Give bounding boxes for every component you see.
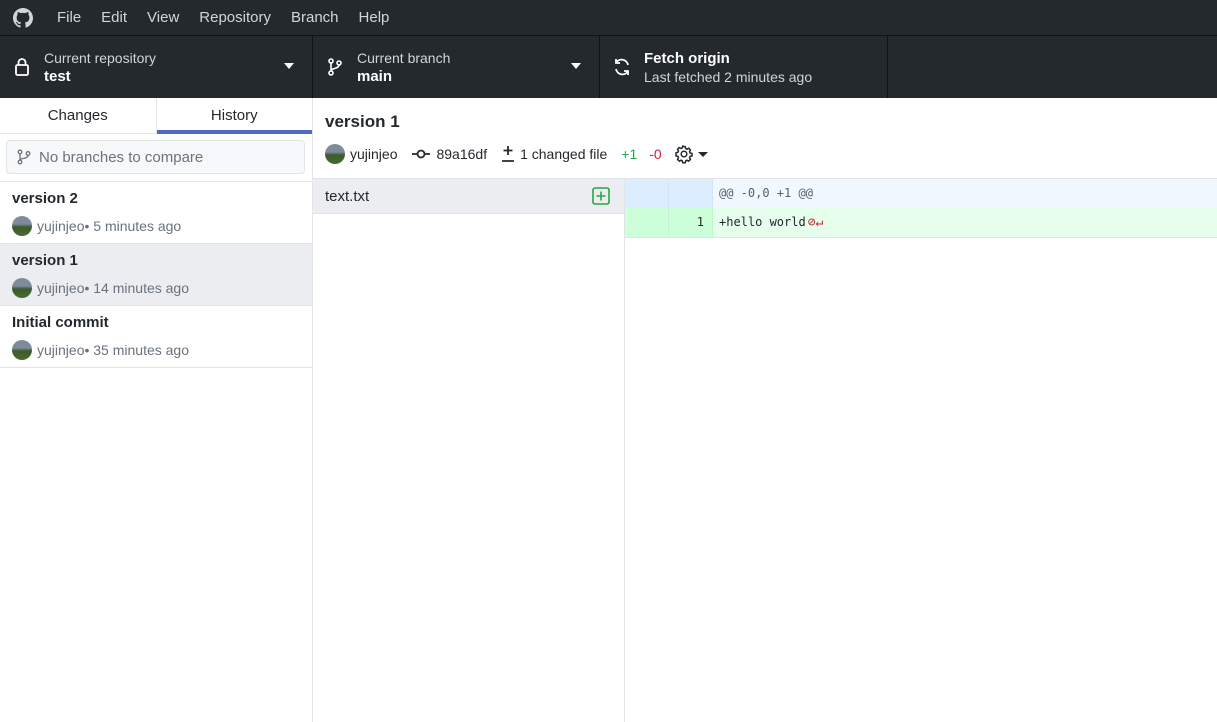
diff-view: @@ -0,0 +1 @@ 1 +hello world ⊘↵	[625, 179, 1217, 722]
lock-icon	[0, 57, 44, 77]
avatar	[12, 216, 32, 236]
commit-time: • 5 minutes ago	[84, 218, 182, 234]
file-list-item[interactable]: text.txt	[313, 179, 624, 214]
menu-file[interactable]: File	[45, 0, 91, 35]
deletions-count: -0	[649, 146, 662, 162]
menu-edit[interactable]: Edit	[91, 0, 137, 35]
branch-label: Current branch	[357, 49, 451, 66]
menu-help[interactable]: Help	[349, 0, 400, 35]
repository-label: Current repository	[44, 49, 157, 66]
commit-title: version 2	[12, 190, 78, 207]
current-branch-button[interactable]: Current branch main	[313, 36, 600, 98]
chevron-down-icon	[571, 63, 581, 69]
commit-author: yujinjeo	[37, 218, 85, 234]
menu-branch[interactable]: Branch	[281, 0, 349, 35]
commit-title: Initial commit	[12, 314, 109, 331]
avatar	[325, 144, 345, 164]
diff-icon	[502, 146, 515, 162]
old-line-number	[625, 208, 669, 237]
additions-count: +1	[621, 146, 638, 162]
diff-line-text: +hello world	[719, 215, 806, 229]
file-added-icon	[592, 187, 610, 209]
commit-list-item[interactable]: Initial commit yujinjeo • 35 minutes ago	[0, 306, 312, 368]
commit-author: yujinjeo	[37, 280, 85, 296]
compare-branch-area: No branches to compare	[0, 134, 312, 182]
sidebar: Changes History No branches to compare v…	[0, 98, 313, 722]
commit-list-item[interactable]: version 2 yujinjeo • 5 minutes ago	[0, 182, 312, 244]
commit-sha[interactable]: 89a16df	[411, 146, 487, 162]
commit-time: • 35 minutes ago	[84, 342, 190, 358]
sidebar-tabs: Changes History	[0, 98, 312, 134]
github-logo-icon	[0, 0, 45, 35]
new-line-number: 1	[669, 208, 713, 237]
branch-name: main	[357, 67, 393, 85]
chevron-down-icon	[284, 63, 294, 69]
avatar	[12, 340, 32, 360]
branch-icon	[313, 57, 357, 77]
current-repository-button[interactable]: Current repository test	[0, 36, 313, 98]
compare-placeholder: No branches to compare	[39, 148, 204, 166]
new-line-number	[669, 179, 713, 208]
commit-sha-text: 89a16df	[436, 146, 488, 162]
menu-bar: File Edit View Repository Branch Help	[0, 0, 1217, 35]
commit-author: yujinjeo	[350, 146, 398, 162]
old-line-number	[625, 179, 669, 208]
diff-line-added[interactable]: 1 +hello world ⊘↵	[625, 208, 1217, 238]
tab-history[interactable]: History	[156, 98, 313, 134]
changed-file-list: text.txt	[313, 179, 625, 722]
menu-view[interactable]: View	[137, 0, 189, 35]
changed-files-count: 1 changed file	[520, 146, 608, 162]
branch-icon	[17, 149, 31, 165]
menu-repository[interactable]: Repository	[189, 0, 281, 35]
file-name: text.txt	[325, 187, 370, 205]
diff-settings-button[interactable]	[674, 144, 708, 164]
no-newline-icon: ⊘↵	[807, 215, 824, 230]
avatar	[12, 278, 32, 298]
diff-hunk-header: @@ -0,0 +1 @@	[625, 179, 1217, 208]
sync-icon	[600, 57, 644, 77]
compare-branch-input[interactable]: No branches to compare	[6, 140, 305, 174]
fetch-status: Last fetched 2 minutes ago	[644, 68, 813, 85]
commit-time: • 14 minutes ago	[84, 280, 190, 296]
gear-icon	[674, 145, 693, 164]
fetch-origin-button[interactable]: Fetch origin Last fetched 2 minutes ago	[600, 36, 888, 98]
fetch-title: Fetch origin	[644, 49, 730, 67]
commit-list-item[interactable]: version 1 yujinjeo • 14 minutes ago	[0, 244, 312, 306]
tab-changes[interactable]: Changes	[0, 98, 157, 133]
commit-author: yujinjeo	[37, 342, 85, 358]
toolbar: Current repository test Current branch m…	[0, 35, 1217, 98]
commit-title: version 1	[12, 252, 78, 269]
git-commit-icon	[412, 149, 431, 159]
commit-summary: version 1 yujinjeo 89a16df 1 changed fil…	[313, 98, 1217, 179]
chevron-down-icon	[697, 151, 708, 157]
hunk-header-text: @@ -0,0 +1 @@	[719, 186, 813, 200]
commit-summary-title: version 1	[325, 112, 400, 131]
repository-name: test	[44, 67, 71, 85]
